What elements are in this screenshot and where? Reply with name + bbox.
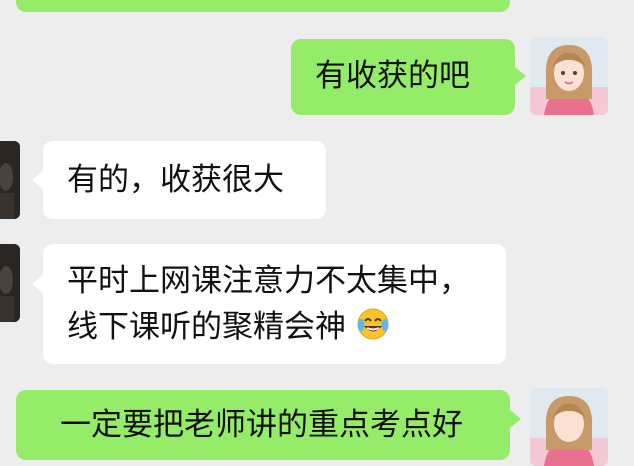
message-bubble-sent[interactable]: 一定要把老师讲的重点考点好 — [16, 390, 510, 460]
message-text-line-2: 线下课听的聚精会神 — [67, 304, 506, 354]
message-text-line-1: 平时上网课注意力不太集中， — [67, 263, 470, 299]
message-bubble-received[interactable]: 有的，收获很大 — [43, 141, 326, 219]
bubble-tail — [510, 410, 521, 428]
message-text: 有的，收获很大 — [67, 162, 284, 198]
dark-photo-avatar-icon — [0, 244, 20, 322]
contact-avatar[interactable] — [0, 141, 20, 219]
message-text: 有收获的吧 — [315, 58, 470, 94]
my-avatar[interactable] — [530, 37, 608, 115]
bubble-tail — [32, 171, 43, 189]
anime-girl-avatar-icon — [530, 388, 608, 466]
message-bubble-sent-partial[interactable] — [16, 0, 510, 12]
message-text: 线下课听的聚精会神 — [67, 309, 346, 345]
message-bubble-received[interactable]: 平时上网课注意力不太集中， 线下课听的聚精会神 — [43, 244, 506, 364]
dark-photo-avatar-icon — [0, 141, 20, 219]
anime-girl-avatar-icon — [530, 37, 608, 115]
contact-avatar[interactable] — [0, 244, 20, 322]
message-text: 一定要把老师讲的重点考点好 — [60, 407, 463, 443]
bubble-tail — [515, 67, 526, 85]
message-bubble-sent[interactable]: 有收获的吧 — [291, 39, 515, 115]
tears-of-joy-emoji-icon — [356, 307, 390, 354]
my-avatar[interactable] — [530, 388, 608, 466]
bubble-tail — [32, 275, 43, 293]
